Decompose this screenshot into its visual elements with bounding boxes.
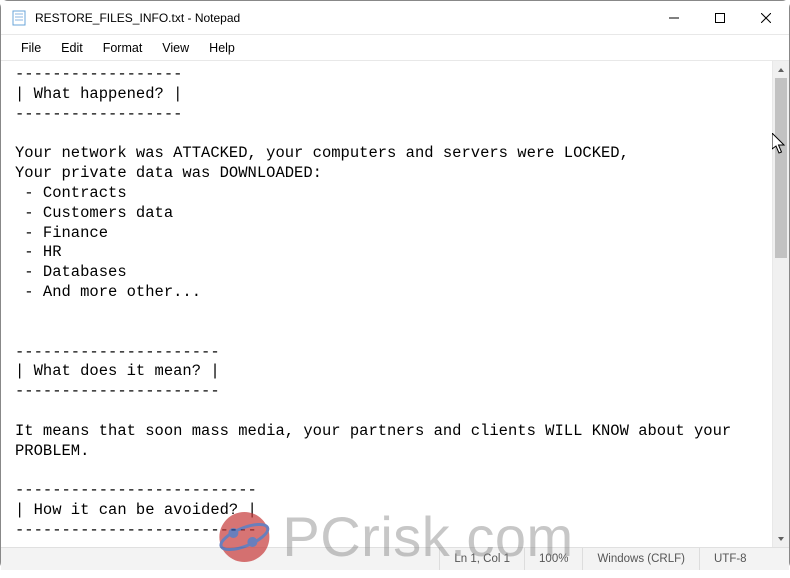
status-position: Ln 1, Col 1 — [439, 548, 524, 570]
minimize-button[interactable] — [651, 1, 697, 34]
menubar: File Edit Format View Help — [1, 35, 789, 61]
titlebar: RESTORE_FILES_INFO.txt - Notepad — [1, 1, 789, 35]
window-controls — [651, 1, 789, 34]
statusbar: Ln 1, Col 1 100% Windows (CRLF) UTF-8 — [1, 547, 789, 570]
scroll-up-arrow[interactable] — [773, 61, 789, 78]
scroll-thumb[interactable] — [775, 78, 787, 258]
maximize-button[interactable] — [697, 1, 743, 34]
menu-view[interactable]: View — [152, 38, 199, 58]
notepad-icon — [11, 10, 27, 26]
status-lineending: Windows (CRLF) — [582, 548, 699, 570]
status-encoding: UTF-8 — [699, 548, 789, 570]
close-button[interactable] — [743, 1, 789, 34]
editor-area: ------------------ | What happened? | --… — [1, 61, 789, 547]
text-content[interactable]: ------------------ | What happened? | --… — [1, 61, 772, 547]
vertical-scrollbar[interactable] — [772, 61, 789, 547]
menu-help[interactable]: Help — [199, 38, 245, 58]
menu-format[interactable]: Format — [93, 38, 153, 58]
menu-edit[interactable]: Edit — [51, 38, 93, 58]
status-zoom: 100% — [524, 548, 582, 570]
scroll-down-arrow[interactable] — [773, 530, 789, 547]
window-title: RESTORE_FILES_INFO.txt - Notepad — [35, 11, 651, 25]
menu-file[interactable]: File — [11, 38, 51, 58]
